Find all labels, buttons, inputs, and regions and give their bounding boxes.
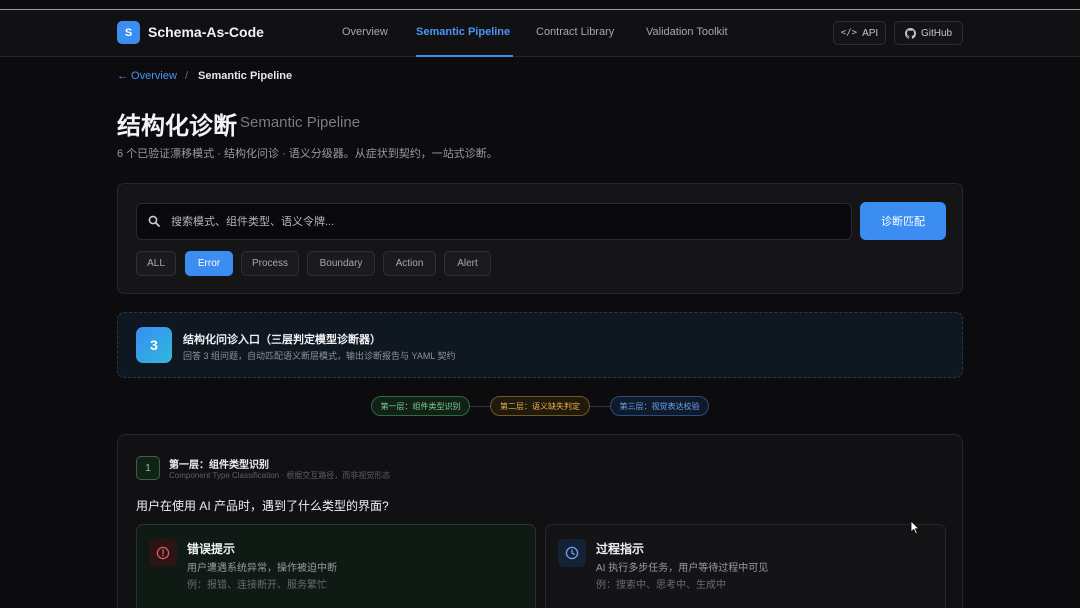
diagnosis-entry-card[interactable]: 3 结构化问诊入口（三层判定模型诊断器） 回答 3 组问题，自动匹配语义断层模式… bbox=[117, 312, 963, 378]
nav-contract-library[interactable]: Contract Library bbox=[536, 26, 614, 38]
nav-semantic-pipeline[interactable]: Semantic Pipeline bbox=[416, 26, 510, 38]
app-title[interactable]: Schema-As-Code bbox=[148, 24, 264, 40]
api-button-label: API bbox=[862, 27, 879, 39]
diagnose-match-button[interactable]: 诊断匹配 bbox=[860, 202, 946, 240]
layer-1-card: 1 第一层：组件类型识别 Component Type Classificati… bbox=[117, 434, 963, 608]
option-card-error[interactable]: 错误提示 用户遭遇系统异常，操作被迫中断 例：报错、连接断开、服务繁忙 bbox=[136, 524, 536, 608]
filter-chip-action[interactable]: Action bbox=[383, 251, 436, 276]
mouse-cursor-icon bbox=[910, 520, 920, 535]
page-title-english: Semantic Pipeline bbox=[240, 114, 361, 131]
option-description: AI 执行多步任务，用户等待过程中可见 bbox=[596, 563, 769, 574]
entry-title: 结构化问诊入口（三层判定模型诊断器） bbox=[183, 334, 381, 346]
layer-title: 第一层：组件类型识别 bbox=[169, 460, 269, 471]
option-title: 过程指示 bbox=[596, 542, 645, 556]
option-card-process[interactable]: 过程指示 AI 执行多步任务，用户等待过程中可见 例：搜索中、思考中、生成中 bbox=[545, 524, 946, 608]
nav-validation-toolkit[interactable]: Validation Toolkit bbox=[646, 26, 728, 38]
search-icon bbox=[148, 215, 160, 227]
filter-chip-alert[interactable]: Alert bbox=[444, 251, 491, 276]
page-description: 6 个已验证漂移模式 · 结构化问诊 · 语义分级器。从症状到契约，一站式诊断。 bbox=[117, 148, 498, 160]
entry-description: 回答 3 组问题，自动匹配语义断层模式，输出诊断报告与 YAML 契约 bbox=[183, 351, 456, 361]
logo-icon[interactable]: S bbox=[117, 21, 140, 44]
option-example: 例：搜索中、思考中、生成中 bbox=[596, 580, 726, 591]
filter-chip-boundary[interactable]: Boundary bbox=[307, 251, 375, 276]
github-button-label: GitHub bbox=[920, 27, 953, 39]
code-icon: </> bbox=[840, 28, 858, 38]
entry-number-badge: 3 bbox=[136, 327, 172, 363]
search-input[interactable] bbox=[171, 204, 841, 239]
alert-circle-icon bbox=[149, 539, 177, 567]
github-button[interactable]: GitHub bbox=[894, 21, 963, 45]
github-icon bbox=[904, 27, 916, 39]
page-title: 结构化诊断 bbox=[117, 113, 237, 140]
layer-subtitle: Component Type Classification · 根据交互路径，而… bbox=[169, 471, 391, 480]
pipeline-step-1[interactable]: 第一层：组件类型识别 bbox=[371, 396, 470, 416]
breadcrumb-current: Semantic Pipeline bbox=[198, 70, 293, 82]
option-example: 例：报错、连接断开、服务繁忙 bbox=[187, 580, 327, 591]
layer-question: 用户在使用 AI 产品时，遇到了什么类型的界面? bbox=[136, 499, 389, 513]
breadcrumb-back-link[interactable]: ← Overview bbox=[117, 70, 177, 82]
clock-icon bbox=[558, 539, 586, 567]
top-nav: S Schema-As-Code Overview Semantic Pipel… bbox=[0, 10, 1080, 57]
api-button[interactable]: </> API bbox=[833, 21, 886, 45]
breadcrumb-separator: / bbox=[185, 70, 189, 82]
nav-overview[interactable]: Overview bbox=[342, 26, 388, 38]
layer-number-badge: 1 bbox=[136, 456, 160, 480]
pipeline-connector bbox=[590, 406, 610, 407]
filter-chip-process[interactable]: Process bbox=[241, 251, 299, 276]
active-nav-underline bbox=[416, 55, 513, 57]
pipeline-step-3[interactable]: 第三层：视觉表达校验 bbox=[610, 396, 709, 416]
filter-chip-error[interactable]: Error bbox=[185, 251, 233, 276]
search-panel: 诊断匹配 ALL Error Process Boundary Action A… bbox=[117, 183, 963, 294]
filter-chip-all[interactable]: ALL bbox=[136, 251, 176, 276]
search-box[interactable] bbox=[136, 203, 852, 240]
option-description: 用户遭遇系统异常，操作被迫中断 bbox=[187, 563, 337, 574]
pipeline-connector bbox=[470, 406, 490, 407]
option-title: 错误提示 bbox=[187, 542, 236, 556]
pipeline-step-2[interactable]: 第二层：语义缺失判定 bbox=[490, 396, 590, 416]
